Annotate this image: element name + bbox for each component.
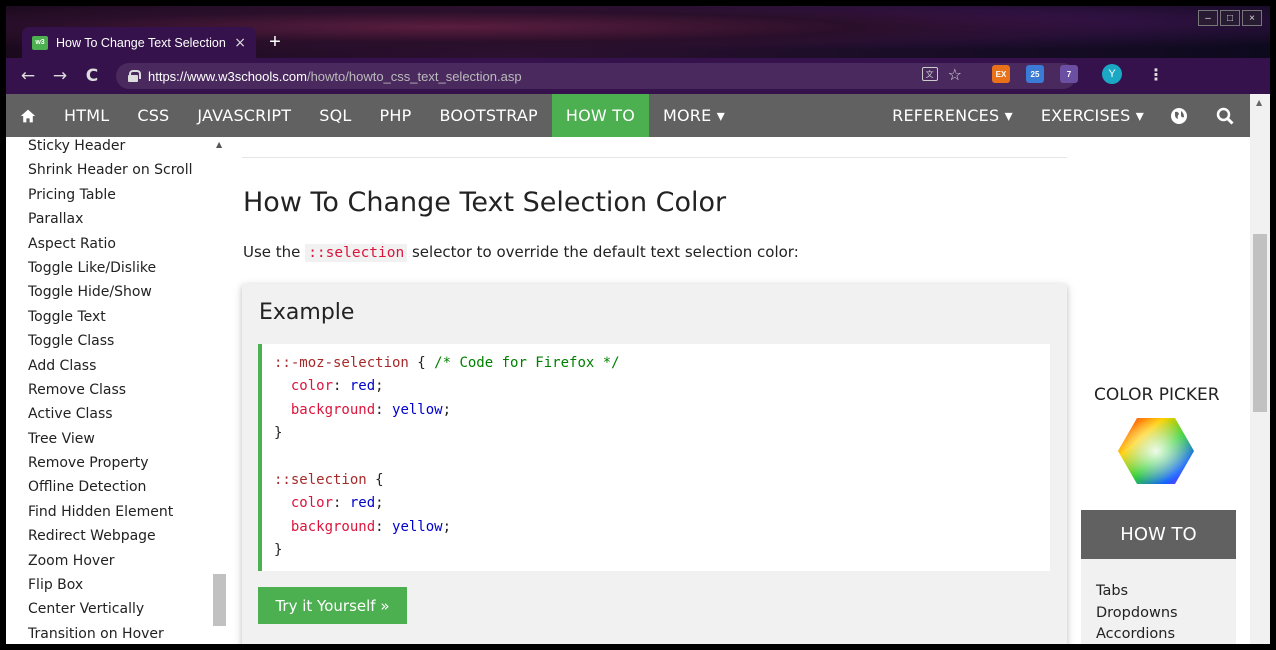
- sidebar-item[interactable]: Shrink Header on Scroll: [28, 158, 193, 182]
- code-line: background: yellow;: [290, 518, 452, 535]
- howto-link-dropdowns[interactable]: Dropdowns: [1096, 603, 1236, 625]
- badge-extension-icon[interactable]: 25: [1026, 65, 1044, 83]
- bookmark-star-icon[interactable]: ☆: [948, 65, 962, 84]
- sidebar-item[interactable]: Toggle Class: [28, 329, 193, 353]
- nav-bootstrap[interactable]: BOOTSTRAP: [425, 94, 551, 137]
- ex-extension-icon[interactable]: EX: [992, 65, 1010, 83]
- nav-howto[interactable]: HOW TO: [551, 94, 649, 137]
- right-column: COLOR PICKER HOW TO Tabs Dropdowns Accor…: [1078, 137, 1250, 644]
- sidebar-item[interactable]: Remove Property: [28, 451, 193, 475]
- search-icon[interactable]: [1200, 94, 1250, 137]
- forward-arrow-icon[interactable]: →: [44, 66, 76, 86]
- url-host: https://www.w3schools.com: [148, 68, 307, 84]
- new-tab-button[interactable]: +: [264, 31, 286, 53]
- color-picker-hexagon-icon[interactable]: [1117, 417, 1195, 485]
- sidebar-item[interactable]: Sticky Header: [28, 137, 193, 158]
- minimize-button[interactable]: –: [1198, 10, 1218, 26]
- nav-javascript[interactable]: JAVASCRIPT: [183, 94, 305, 137]
- code-line: background: yellow;: [290, 401, 452, 418]
- sidebar-scrollbar-thumb[interactable]: [213, 574, 226, 626]
- sidebar-scrollbar[interactable]: ▲: [213, 137, 228, 644]
- sidebar-item[interactable]: Flip Box: [28, 573, 193, 597]
- code-line: color: red;: [290, 495, 384, 512]
- menu-dots-icon[interactable]: ⋮: [1148, 65, 1164, 84]
- address-toolbar: ← → C https://www.w3schools.com/howto/ho…: [6, 58, 1270, 94]
- browser-window: w3 How To Change Text Selection C × + – …: [6, 6, 1270, 644]
- sidebar-scroll-up-icon[interactable]: ▲: [216, 140, 222, 149]
- maximize-button[interactable]: □: [1220, 10, 1240, 26]
- code-block: ::-moz-selection { /* Code for Firefox *…: [258, 344, 1050, 571]
- howto-links: Tabs Dropdowns Accordions: [1081, 559, 1236, 644]
- main-content: How To Change Text Selection Color Use t…: [228, 137, 1078, 644]
- nav-references[interactable]: REFERENCES ▾: [878, 94, 1027, 137]
- intro-code: ::selection: [305, 244, 408, 262]
- tab-title: How To Change Text Selection C: [56, 35, 229, 50]
- nav-exercises[interactable]: EXERCISES ▾: [1027, 94, 1158, 137]
- sidebar-item[interactable]: Toggle Like/Dislike: [28, 256, 193, 280]
- example-title: Example: [259, 300, 355, 325]
- sidebar-item[interactable]: Active Class: [28, 402, 193, 426]
- page-title: How To Change Text Selection Color: [243, 187, 727, 218]
- sidebar-item[interactable]: Remove Class: [28, 378, 193, 402]
- window-controls: – □ ×: [1198, 10, 1262, 26]
- sidebar-item[interactable]: Add Class: [28, 354, 193, 378]
- code-line: }: [274, 425, 283, 442]
- sidebar-item[interactable]: Parallax: [28, 207, 193, 231]
- sidebar-item[interactable]: Toggle Hide/Show: [28, 280, 193, 304]
- howto-link-tabs[interactable]: Tabs: [1096, 581, 1236, 603]
- nav-css[interactable]: CSS: [123, 94, 183, 137]
- nav-more[interactable]: MORE ▾: [649, 94, 739, 137]
- scroll-up-arrow-icon[interactable]: ▲: [1256, 98, 1262, 107]
- nav-sql[interactable]: SQL: [305, 94, 365, 137]
- tab-close-icon[interactable]: ×: [234, 35, 246, 51]
- sidebar-item[interactable]: Pricing Table: [28, 183, 193, 207]
- example-box: Example ::-moz-selection { /* Code for F…: [242, 284, 1067, 644]
- profile-avatar[interactable]: Y: [1102, 64, 1122, 84]
- code-line: ::-moz-selection { /* Code for Firefox *…: [274, 355, 620, 371]
- code-line: color: red;: [290, 378, 384, 395]
- browser-tab[interactable]: w3 How To Change Text Selection C ×: [22, 27, 256, 58]
- page-scrollbar-thumb[interactable]: [1253, 234, 1267, 412]
- back-arrow-icon[interactable]: ←: [12, 66, 44, 86]
- try-it-yourself-button[interactable]: Try it Yourself »: [258, 587, 407, 624]
- intro-after: selector to override the default text se…: [407, 243, 799, 261]
- toolbar-icons: 文 ☆ EX 25 7 Y ⋮: [921, 64, 1260, 84]
- sidebar-item[interactable]: Toggle Text: [28, 305, 193, 329]
- nav-html[interactable]: HTML: [50, 94, 123, 137]
- intro-before: Use the: [243, 243, 306, 261]
- v-extension-icon[interactable]: 7: [1060, 65, 1078, 83]
- w3schools-favicon-icon: w3: [32, 35, 48, 50]
- howto-heading: HOW TO: [1081, 510, 1236, 559]
- reload-icon[interactable]: C: [76, 66, 108, 86]
- title-bar: w3 How To Change Text Selection C × + – …: [6, 6, 1270, 58]
- sidebar-item[interactable]: Aspect Ratio: [28, 232, 193, 256]
- site-navbar: HTML CSS JAVASCRIPT SQL PHP BOOTSTRAP HO…: [6, 94, 1250, 137]
- page-scrollbar[interactable]: ▲: [1250, 94, 1270, 644]
- code-line: }: [274, 542, 283, 559]
- sidebar-list: Sticky Header Shrink Header on Scroll Pr…: [28, 137, 193, 644]
- sidebar: Sticky Header Shrink Header on Scroll Pr…: [6, 137, 228, 644]
- url-path: /howto/howto_css_text_selection.asp: [306, 68, 522, 84]
- sidebar-item[interactable]: Find Hidden Element: [28, 500, 193, 524]
- globe-icon[interactable]: [1158, 94, 1200, 137]
- intro-text: Use the ::selection selector to override…: [243, 243, 799, 262]
- lock-icon: [128, 70, 141, 82]
- home-icon[interactable]: [6, 94, 50, 137]
- sidebar-item[interactable]: Center Vertically: [28, 597, 193, 621]
- sidebar-item[interactable]: Transition on Hover: [28, 622, 193, 644]
- nav-php[interactable]: PHP: [366, 94, 426, 137]
- sidebar-item[interactable]: Zoom Hover: [28, 549, 193, 573]
- code-line: ::selection {: [274, 471, 384, 488]
- close-window-button[interactable]: ×: [1242, 10, 1262, 26]
- sidebar-item[interactable]: Tree View: [28, 427, 193, 451]
- navbar-right: REFERENCES ▾ EXERCISES ▾: [878, 94, 1250, 137]
- divider: [242, 157, 1067, 158]
- translate-icon[interactable]: 文: [921, 67, 938, 81]
- sidebar-item[interactable]: Offline Detection: [28, 475, 193, 499]
- sidebar-item[interactable]: Redirect Webpage: [28, 524, 193, 548]
- howto-link-accordions[interactable]: Accordions: [1096, 624, 1236, 644]
- color-picker-title: COLOR PICKER: [1094, 385, 1220, 405]
